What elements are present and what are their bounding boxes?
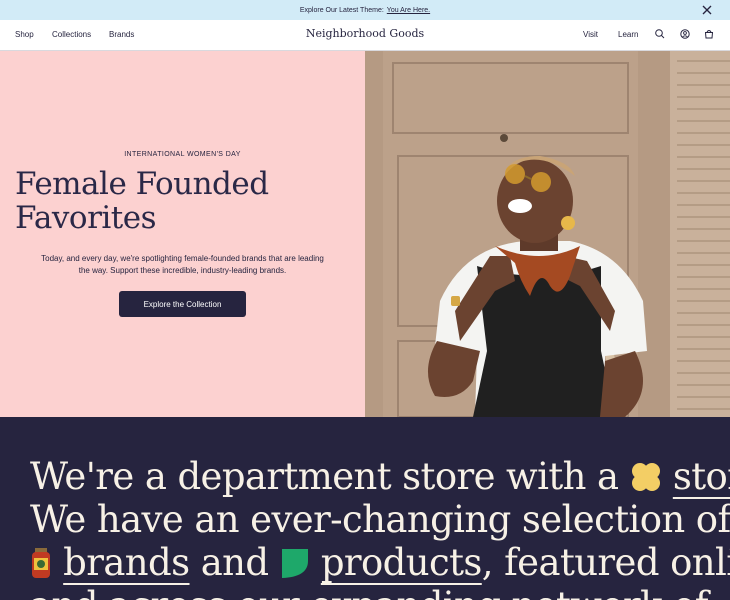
nav-brands[interactable]: Brands [109, 30, 134, 39]
announcement-bar: Explore Our Latest Theme: You Are Here. [0, 0, 730, 20]
search-icon[interactable] [654, 28, 666, 40]
nav-shop[interactable]: Shop [15, 30, 34, 39]
story-link[interactable]: story [673, 455, 730, 498]
story-line-4: and across our expanding network of [30, 584, 720, 600]
nav-visit[interactable]: Visit [583, 30, 598, 39]
account-icon[interactable] [679, 28, 691, 40]
hero-eyebrow: INTERNATIONAL WOMEN'S DAY [124, 151, 241, 158]
hero-headline-line1: Female Founded [15, 166, 269, 202]
hero-headline-line2: Favorites [15, 200, 157, 236]
hero-photo-illustration [365, 51, 730, 417]
close-icon[interactable] [700, 3, 714, 17]
story-line-3-mid: and [200, 541, 269, 584]
story-line-3-end: , featured online [481, 541, 730, 584]
explore-collection-button[interactable]: Explore the Collection [119, 291, 246, 317]
site-logo[interactable]: Neighborhood Goods [306, 27, 424, 40]
hero-panel: INTERNATIONAL WOMEN'S DAY Female Founded… [0, 51, 365, 417]
leaf-icon [281, 549, 308, 578]
story-line-1-text: We're a department store with a [30, 455, 619, 498]
announcement-text: Explore Our Latest Theme: [299, 6, 384, 14]
hero-photo [365, 51, 730, 417]
bag-icon[interactable] [703, 28, 715, 40]
hero-headline: Female Founded Favorites [15, 167, 355, 235]
products-link[interactable]: products [321, 541, 483, 584]
jar-icon [32, 548, 50, 578]
main-nav: Shop Collections Brands Neighborhood Goo… [0, 20, 730, 51]
story-section: We're a department store with a story. W… [0, 417, 730, 600]
story-line-3: brands and products, featured online [30, 541, 730, 584]
brands-link[interactable]: brands [63, 541, 190, 584]
story-statement: We're a department store with a story. W… [30, 455, 730, 600]
announcement-link[interactable]: You Are Here. [387, 7, 430, 14]
nav-collections[interactable]: Collections [52, 30, 91, 39]
hero-subtext: Today, and every day, we're spotlighting… [41, 254, 324, 275]
flower-icon [631, 463, 660, 491]
story-line-2: We have an ever-changing selection of [30, 498, 730, 541]
story-line-1: We're a department store with a story. [30, 455, 730, 498]
nav-learn[interactable]: Learn [618, 30, 638, 39]
